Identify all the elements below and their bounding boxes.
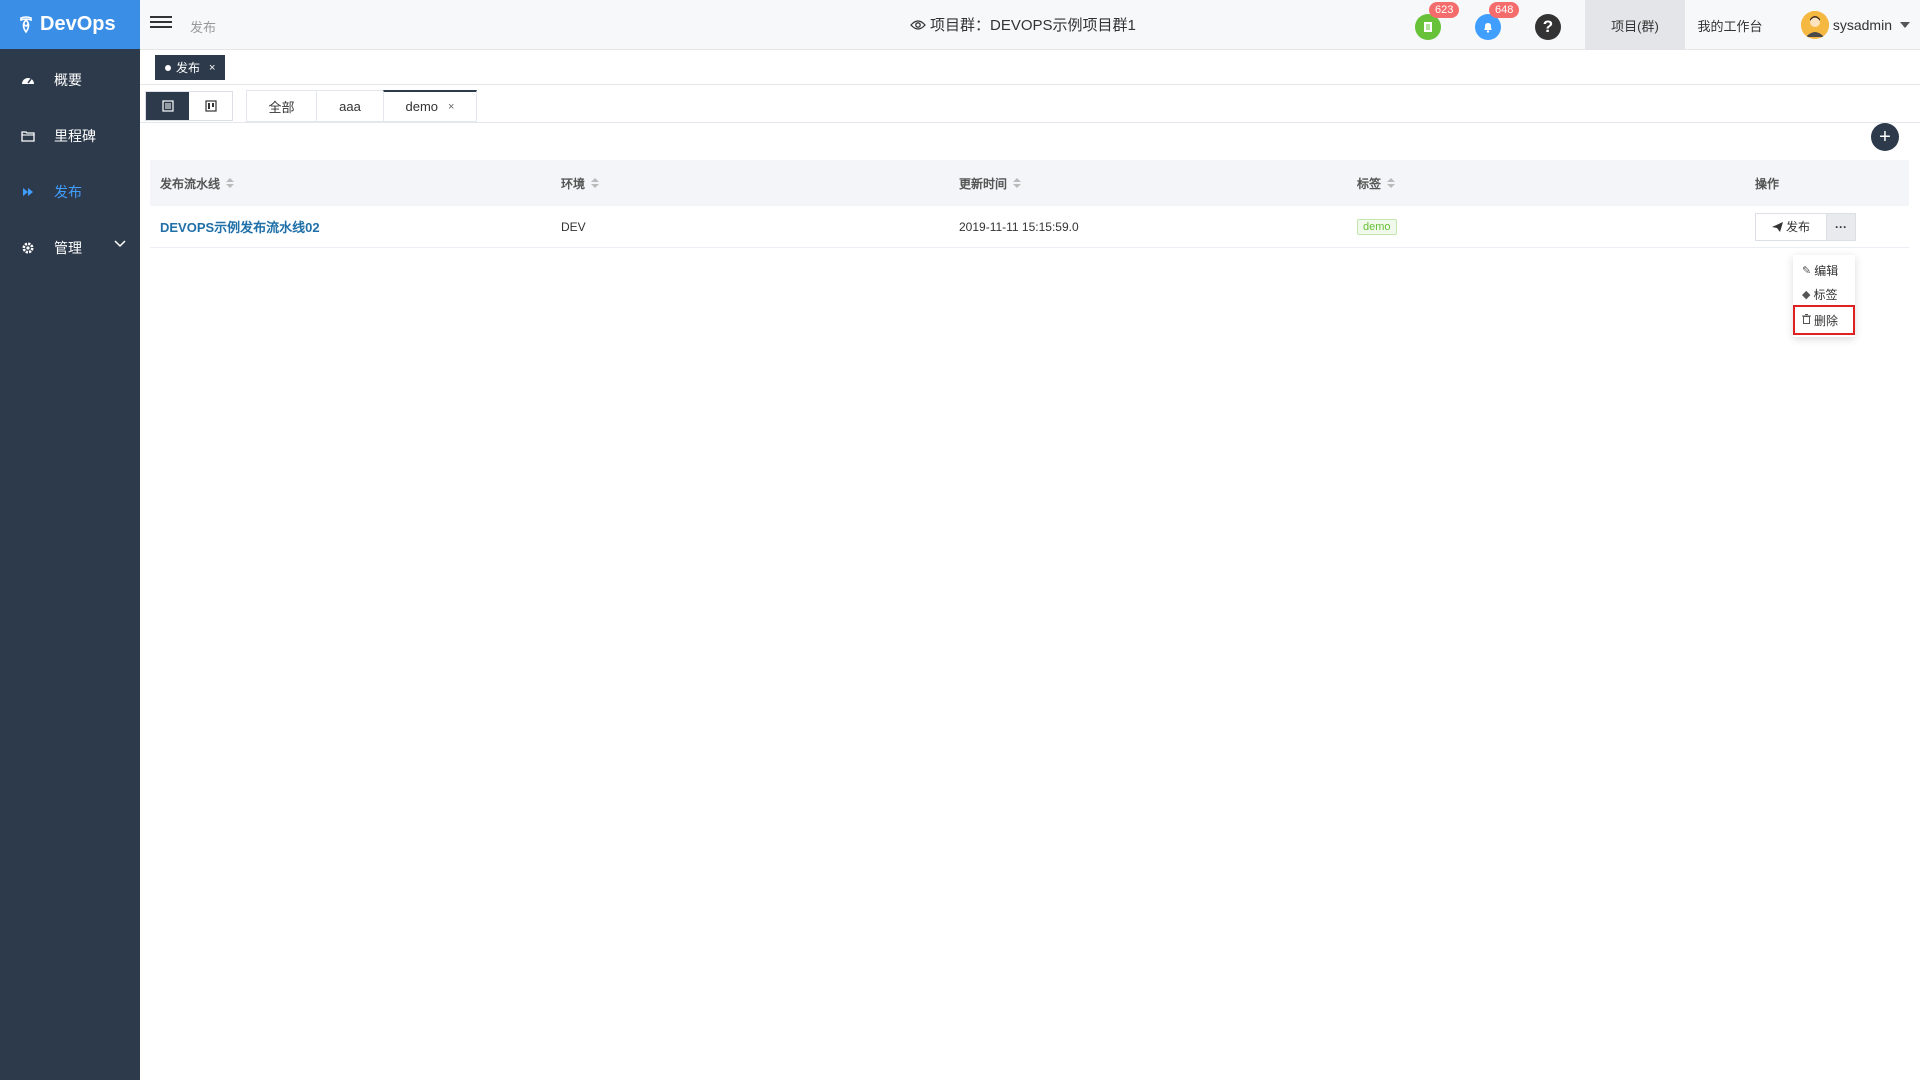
menu-item-edit[interactable]: ✎ 编辑: [1793, 258, 1855, 282]
filter-tabs: 全部 aaa demo ×: [246, 90, 477, 122]
column-header-actions: 操作: [1755, 175, 1779, 192]
filter-tab-label: aaa: [339, 98, 361, 114]
release-table: 发布流水线 环境 更新时间 标签 操作 DEVOPS示例发布流水线02 DEV …: [150, 160, 1909, 248]
menu-item-label: 编辑: [1814, 263, 1839, 278]
trash-icon: [1802, 313, 1811, 327]
bell-icon[interactable]: 648: [1475, 2, 1520, 40]
project-title[interactable]: 项目群：DEVOPS示例项目群1: [910, 14, 1136, 35]
more-dropdown: ✎ 编辑 ◆ 标签 删除: [1793, 255, 1855, 337]
top-header: 发布 项目群：DEVOPS示例项目群1 623 648 ? 项目(群) 我的工作…: [140, 0, 1920, 50]
tag-icon: ◆: [1802, 288, 1811, 301]
sidebar-item-manage[interactable]: 管理: [0, 220, 140, 276]
column-label: 标签: [1357, 176, 1382, 191]
column-header-tag[interactable]: 标签: [1357, 175, 1396, 192]
notify-badge: 648: [1489, 2, 1520, 18]
username: sysadmin: [1832, 17, 1892, 33]
project-title-text: 项目群：DEVOPS示例项目群1: [930, 17, 1136, 34]
task-badge: 623: [1429, 2, 1460, 18]
sort-icon[interactable]: [591, 178, 600, 188]
gear-icon: [20, 240, 36, 256]
menu-item-tag[interactable]: ◆ 标签: [1793, 282, 1855, 306]
column-label: 更新时间: [959, 176, 1008, 191]
sidebar-item-label: 管理: [54, 240, 82, 256]
updated-cell: 2019-11-11 15:15:59.0: [959, 219, 1079, 234]
view-toggle: [145, 91, 233, 121]
edit-icon: ✎: [1802, 264, 1812, 277]
filter-tab-label: demo: [405, 99, 439, 114]
column-label: 环境: [561, 176, 586, 191]
sort-icon[interactable]: [1387, 178, 1396, 188]
page-tag-release[interactable]: 发布 ×: [155, 55, 226, 80]
active-dot-icon: [165, 64, 171, 71]
sidebar-item-milestone[interactable]: 里程碑: [0, 108, 140, 164]
help-icon[interactable]: ?: [1535, 14, 1561, 40]
column-header-env[interactable]: 环境: [561, 175, 600, 192]
folder-icon: [20, 128, 36, 144]
tab-my-workspace[interactable]: 我的工作台: [1685, 0, 1775, 50]
column-header-pipeline[interactable]: 发布流水线: [160, 175, 235, 192]
tagbar-divider: [140, 84, 1920, 85]
menu-item-label: 标签: [1813, 287, 1838, 302]
app-logo[interactable]: DevOps: [0, 0, 140, 49]
menu-toggle-icon[interactable]: [150, 13, 172, 35]
app-name: DevOps: [40, 13, 116, 35]
eye-icon: [910, 19, 926, 30]
user-menu[interactable]: sysadmin: [1800, 11, 1910, 39]
table-row: DEVOPS示例发布流水线02 DEV 2019-11-11 15:15:59.…: [150, 206, 1909, 248]
publish-button[interactable]: 发布: [1755, 212, 1827, 241]
menu-item-delete[interactable]: 删除: [1793, 305, 1855, 335]
send-icon: [1771, 221, 1783, 232]
close-icon[interactable]: ×: [209, 62, 215, 74]
list-icon: [161, 100, 174, 112]
sidebar-item-label: 发布: [54, 184, 82, 200]
add-button[interactable]: +: [1871, 123, 1899, 151]
column-label: 发布流水线: [160, 176, 221, 191]
task-icon[interactable]: 623: [1415, 2, 1460, 40]
sidebar-item-label: 概要: [54, 72, 82, 88]
page-tag-label: 发布: [176, 61, 201, 75]
filter-tab-demo[interactable]: demo ×: [383, 90, 477, 122]
sidebar-item-overview[interactable]: 概要: [0, 52, 140, 108]
close-icon[interactable]: ×: [448, 101, 454, 113]
table-header: 发布流水线 环境 更新时间 标签 操作: [150, 160, 1909, 206]
env-cell: DEV: [561, 219, 586, 234]
avatar: [1800, 11, 1829, 39]
sidebar-item-release[interactable]: 发布: [0, 164, 140, 220]
breadcrumb: 发布: [190, 20, 217, 35]
chevron-down-icon: [114, 240, 126, 248]
help-symbol: ?: [1542, 17, 1554, 36]
sidebar: DevOps 概要 里程碑 发布 管理: [0, 0, 140, 1080]
sort-icon[interactable]: [1013, 178, 1022, 188]
publish-label: 发布: [1785, 220, 1810, 234]
filter-tab-aaa[interactable]: aaa: [316, 90, 383, 122]
filter-tab-label: 全部: [268, 99, 295, 115]
dashboard-icon: [20, 72, 36, 88]
tab-project-group[interactable]: 项目(群): [1585, 0, 1685, 50]
pipeline-link[interactable]: DEVOPS示例发布流水线02: [160, 217, 320, 236]
sidebar-item-label: 里程碑: [54, 128, 96, 144]
menu-item-label: 删除: [1814, 313, 1839, 328]
sort-icon[interactable]: [226, 178, 235, 188]
filter-tab-all[interactable]: 全部: [246, 90, 316, 122]
status-badge: demo: [1357, 218, 1397, 235]
devops-logo-icon: [20, 15, 32, 33]
board-view-button[interactable]: [189, 92, 232, 120]
tabs-divider: [140, 122, 1920, 123]
column-header-updated[interactable]: 更新时间: [959, 175, 1022, 192]
board-icon: [204, 100, 217, 112]
forward-icon: [20, 184, 36, 200]
list-view-button[interactable]: [146, 92, 189, 120]
row-actions: 发布 ···: [1755, 212, 1856, 241]
column-label: 操作: [1755, 176, 1780, 191]
more-button[interactable]: ···: [1827, 212, 1856, 241]
caret-down-icon: [1900, 22, 1910, 28]
